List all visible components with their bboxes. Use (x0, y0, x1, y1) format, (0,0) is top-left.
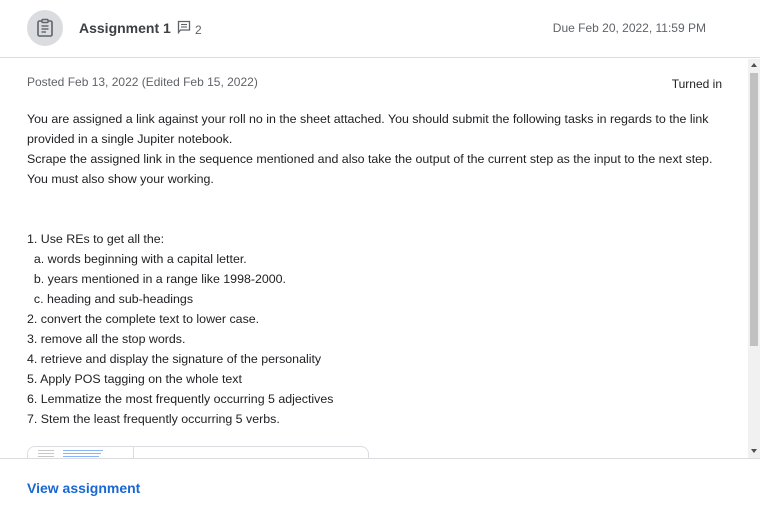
description-paragraph: You are assigned a link against your rol… (27, 112, 709, 146)
assignment-content: Posted Feb 13, 2022 (Edited Feb 15, 2022… (2, 59, 748, 458)
posted-date: Posted Feb 13, 2022 (Edited Feb 15, 2022… (27, 75, 258, 89)
view-assignment-link[interactable]: View assignment (27, 479, 140, 497)
assignment-footer: View assignment (0, 458, 760, 516)
assignment-icon (27, 10, 63, 46)
comment-icon (177, 20, 191, 39)
scroll-down-icon[interactable] (751, 449, 757, 453)
task-item: 1. Use REs to get all the: (27, 232, 165, 246)
description-paragraph: Scrape the assigned link in the sequence… (27, 152, 713, 186)
task-item: 5. Apply POS tagging on the whole text (27, 372, 242, 386)
task-item: 7. Stem the least frequently occurring 5… (27, 412, 280, 426)
scroll-thumb[interactable] (750, 73, 758, 346)
status-badge: Turned in (671, 77, 722, 91)
task-item: b. years mentioned in a range like 1998-… (27, 272, 286, 286)
task-item: a. words beginning with a capital letter… (27, 252, 247, 266)
task-item: 6. Lemmatize the most frequently occurri… (27, 392, 334, 406)
due-date: Due Feb 20, 2022, 11:59 PM (552, 21, 706, 35)
task-item: 3. remove all the stop words. (27, 332, 186, 346)
assignment-header: Assignment 1 2 Due Feb 20, 2022, 11:59 P… (0, 0, 760, 58)
attachment-card[interactable] (27, 446, 369, 458)
assignment-title[interactable]: Assignment 1 (79, 19, 171, 37)
task-item: 2. convert the complete text to lower ca… (27, 312, 260, 326)
task-item: c. heading and sub-headings (27, 292, 194, 306)
comment-count: 2 (195, 22, 202, 37)
assignment-description: You are assigned a link against your rol… (27, 109, 727, 429)
task-item: 4. retrieve and display the signature of… (27, 352, 322, 366)
attachment-thumbnail (28, 447, 134, 458)
content-scrollbar[interactable] (748, 59, 760, 458)
scroll-up-icon[interactable] (751, 63, 757, 67)
comment-indicator[interactable]: 2 (177, 20, 202, 39)
